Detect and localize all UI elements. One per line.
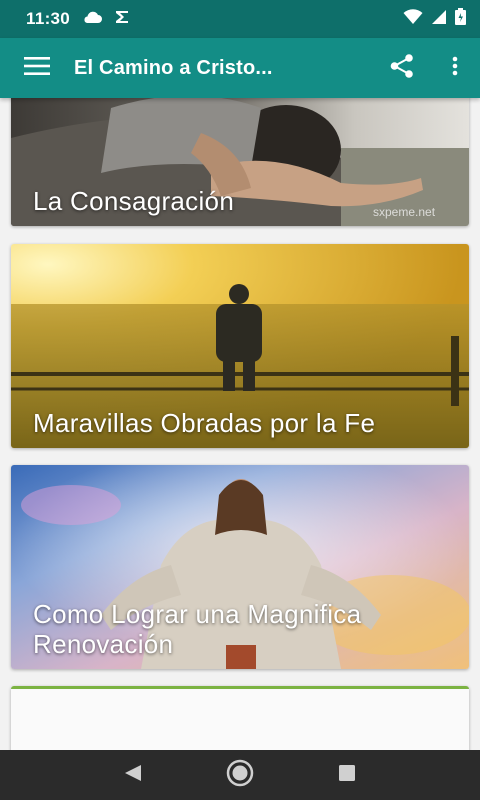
card-title: Como Lograr una Magnifica Renovación <box>33 599 362 659</box>
battery-icon <box>455 8 466 30</box>
app-bar: El Camino a Cristo... <box>0 38 480 98</box>
chapter-card-la-consagracion[interactable]: sxpeme.net La Consagración <box>11 98 469 226</box>
recents-icon <box>338 764 356 787</box>
share-icon <box>389 53 415 84</box>
recents-button[interactable] <box>317 750 377 800</box>
more-options-button[interactable] <box>430 38 480 98</box>
app-title: El Camino a Cristo... <box>74 56 273 79</box>
back-icon <box>123 764 143 787</box>
back-button[interactable] <box>103 750 163 800</box>
status-time: 11:30 <box>26 9 71 28</box>
chapter-card-maravillas-obradas[interactable]: Maravillas Obradas por la Fe <box>11 244 469 448</box>
more-vert-icon <box>452 56 458 81</box>
menu-button[interactable] <box>0 38 74 98</box>
cloud-icon <box>82 10 103 29</box>
card-title: Maravillas Obradas por la Fe <box>33 408 376 438</box>
hamburger-menu-icon <box>24 56 50 80</box>
play-store-icon <box>114 9 130 30</box>
home-button[interactable] <box>210 750 270 800</box>
system-nav-bar <box>0 750 480 800</box>
chapter-card-como-lograr-renovacion[interactable]: Como Lograr una Magnifica Renovación <box>11 465 469 669</box>
signal-icon <box>431 9 447 30</box>
wifi-icon <box>403 8 423 30</box>
status-bar: 11:30 <box>0 0 480 38</box>
chapter-card-next[interactable] <box>11 686 469 750</box>
home-icon <box>225 758 255 793</box>
chapter-list[interactable]: sxpeme.net La Consagración Maravillas Ob… <box>0 98 480 750</box>
share-button[interactable] <box>374 38 430 98</box>
card-title: La Consagración <box>33 186 235 216</box>
